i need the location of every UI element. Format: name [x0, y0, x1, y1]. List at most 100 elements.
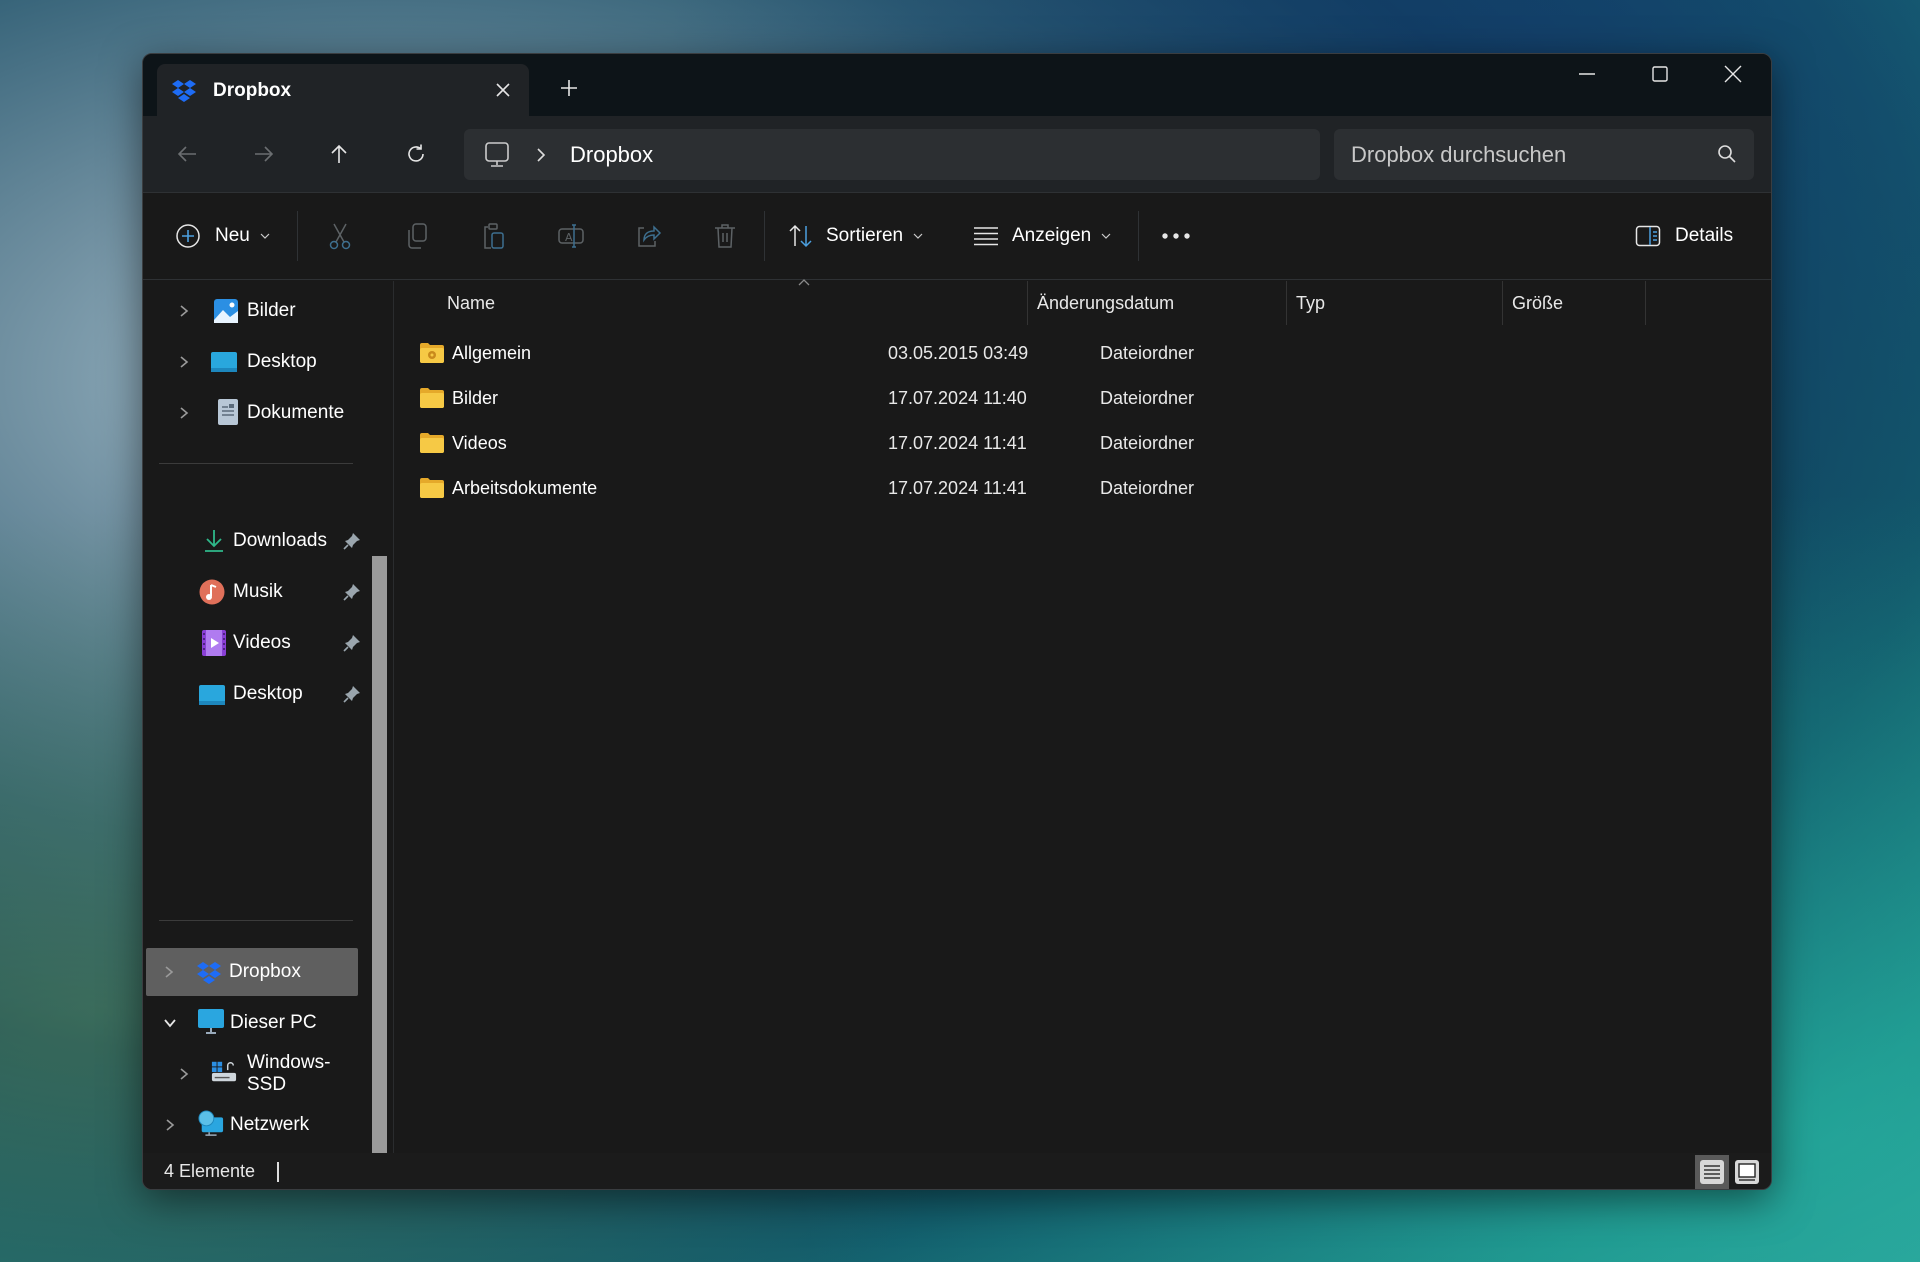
- details-pane-icon: [1635, 225, 1661, 247]
- new-tab-button[interactable]: [553, 72, 585, 104]
- address-bar[interactable]: Dropbox: [464, 129, 1320, 180]
- file-row[interactable]: Arbeitsdokumente 17.07.2024 11:41 Dateio…: [415, 466, 1755, 510]
- downloads-icon: [205, 530, 223, 552]
- chevron-right-icon[interactable]: [177, 406, 191, 420]
- sidebar-item-bilder[interactable]: Bilder: [147, 287, 361, 335]
- minimize-button[interactable]: [1551, 54, 1623, 94]
- sidebar-item-desktop[interactable]: Desktop: [147, 338, 361, 386]
- pin-icon[interactable]: [343, 685, 361, 703]
- details-view-icon: [1700, 1160, 1724, 1184]
- file-date: 17.07.2024 11:41: [888, 432, 1027, 453]
- sidebar-scrollbar[interactable]: [372, 556, 387, 1179]
- file-date: 17.07.2024 11:40: [888, 387, 1027, 408]
- chevron-right-icon[interactable]: [177, 1067, 191, 1081]
- pin-icon[interactable]: [343, 583, 361, 601]
- sidebar-item-desktop-pinned[interactable]: Desktop: [147, 670, 361, 718]
- column-header-label: Name: [447, 292, 496, 313]
- file-date: 03.05.2015 03:49: [888, 342, 1029, 363]
- file-row[interactable]: Bilder 17.07.2024 11:40 Dateiordner: [415, 376, 1755, 420]
- forward-button[interactable]: [244, 134, 284, 174]
- sidebar-item-label: Netzwerk: [230, 1114, 310, 1135]
- rename-icon: A: [558, 224, 584, 248]
- maximize-button[interactable]: [1624, 54, 1696, 94]
- rename-button[interactable]: A: [553, 218, 589, 254]
- sidebar-item-videos[interactable]: Videos: [147, 619, 361, 667]
- refresh-button[interactable]: [396, 134, 436, 174]
- column-header-size[interactable]: Größe: [1512, 281, 1642, 325]
- close-window-button[interactable]: [1697, 54, 1769, 94]
- sidebar-item-dieser-pc[interactable]: Dieser PC: [147, 999, 361, 1047]
- tab-title: Dropbox: [213, 79, 292, 101]
- share-icon: [638, 225, 662, 247]
- chevron-right-icon[interactable]: [177, 355, 191, 369]
- file-list: Name Änderungsdatum Typ Größe Allgemein …: [395, 279, 1771, 1153]
- copy-button[interactable]: [399, 218, 435, 254]
- sidebar-item-label: Dieser PC: [230, 1012, 317, 1033]
- breadcrumb-separator[interactable]: [536, 143, 546, 167]
- file-row[interactable]: Allgemein 03.05.2015 03:49 Dateiordner: [415, 331, 1755, 375]
- column-header-name[interactable]: Name: [447, 281, 837, 325]
- close-tab-button[interactable]: [489, 76, 517, 104]
- large-icons-view-button[interactable]: [1730, 1155, 1764, 1189]
- share-button[interactable]: [630, 218, 666, 254]
- tab-dropbox[interactable]: Dropbox: [157, 64, 529, 117]
- sidebar-item-label: Desktop: [247, 351, 317, 372]
- folder-icon: [420, 388, 444, 408]
- column-header-type[interactable]: Typ: [1296, 281, 1496, 325]
- up-button[interactable]: [319, 134, 359, 174]
- search-box[interactable]: [1334, 129, 1754, 180]
- cut-button[interactable]: [322, 218, 358, 254]
- column-header-date[interactable]: Änderungsdatum: [1037, 281, 1287, 325]
- sidebar-item-dropbox[interactable]: Dropbox: [146, 948, 358, 996]
- sidebar-divider: [159, 920, 353, 921]
- sidebar-item-label: Dokumente: [247, 402, 345, 423]
- sort-button[interactable]: Sortieren: [788, 213, 923, 259]
- new-button[interactable]: Neu: [175, 213, 270, 259]
- pin-icon[interactable]: [343, 634, 361, 652]
- status-bar: 4 Elemente: [143, 1153, 1771, 1189]
- close-icon: [1724, 65, 1742, 83]
- column-header-label: Typ: [1296, 292, 1326, 313]
- sidebar-item-label: Dropbox: [229, 961, 301, 982]
- back-button[interactable]: [167, 134, 207, 174]
- file-row[interactable]: Videos 17.07.2024 11:41 Dateiordner: [415, 421, 1755, 465]
- view-button[interactable]: Anzeigen: [973, 213, 1111, 259]
- sidebar-item-label: Musik: [233, 581, 283, 602]
- column-resize-handle[interactable]: [1286, 281, 1287, 325]
- view-label: Anzeigen: [1012, 225, 1092, 246]
- sidebar-item-downloads[interactable]: Downloads: [147, 517, 361, 565]
- sidebar-item-windows-ssd[interactable]: Windows-SSD: [147, 1050, 361, 1098]
- details-view-button[interactable]: [1695, 1155, 1729, 1189]
- sidebar-item-musik[interactable]: Musik: [147, 568, 361, 616]
- dropbox-icon: [197, 962, 221, 984]
- chevron-right-icon[interactable]: [163, 1118, 177, 1132]
- paste-button[interactable]: [476, 218, 512, 254]
- column-resize-handle[interactable]: [1502, 281, 1503, 325]
- close-icon: [496, 83, 510, 97]
- column-resize-handle[interactable]: [1645, 281, 1646, 325]
- column-resize-handle[interactable]: [1027, 281, 1028, 325]
- drive-icon: [211, 1061, 237, 1082]
- new-label: Neu: [215, 225, 250, 246]
- trash-icon: [715, 224, 735, 248]
- search-input[interactable]: [1351, 141, 1691, 168]
- arrow-left-icon: [177, 146, 196, 162]
- videos-icon: [202, 630, 226, 656]
- file-type: Dateiordner: [1100, 342, 1195, 363]
- sidebar-item-dokumente[interactable]: Dokumente: [147, 389, 361, 437]
- sidebar-item-netzwerk[interactable]: Netzwerk: [147, 1101, 361, 1149]
- title-bar: Dropbox: [143, 54, 1771, 117]
- view-list-icon: [974, 227, 998, 246]
- details-pane-button[interactable]: Details: [1635, 213, 1733, 259]
- chevron-right-icon[interactable]: [162, 965, 176, 979]
- this-pc-icon: [198, 1009, 224, 1034]
- sort-label: Sortieren: [826, 225, 904, 246]
- navigation-bar: Dropbox: [143, 116, 1771, 193]
- chevron-down-icon[interactable]: [163, 1016, 177, 1030]
- breadcrumb-item[interactable]: Dropbox: [570, 142, 653, 168]
- sidebar-item-label: Videos: [233, 632, 291, 653]
- pin-icon[interactable]: [343, 532, 361, 550]
- chevron-right-icon[interactable]: [177, 304, 191, 318]
- more-options-button[interactable]: [1161, 213, 1191, 259]
- delete-button[interactable]: [707, 218, 743, 254]
